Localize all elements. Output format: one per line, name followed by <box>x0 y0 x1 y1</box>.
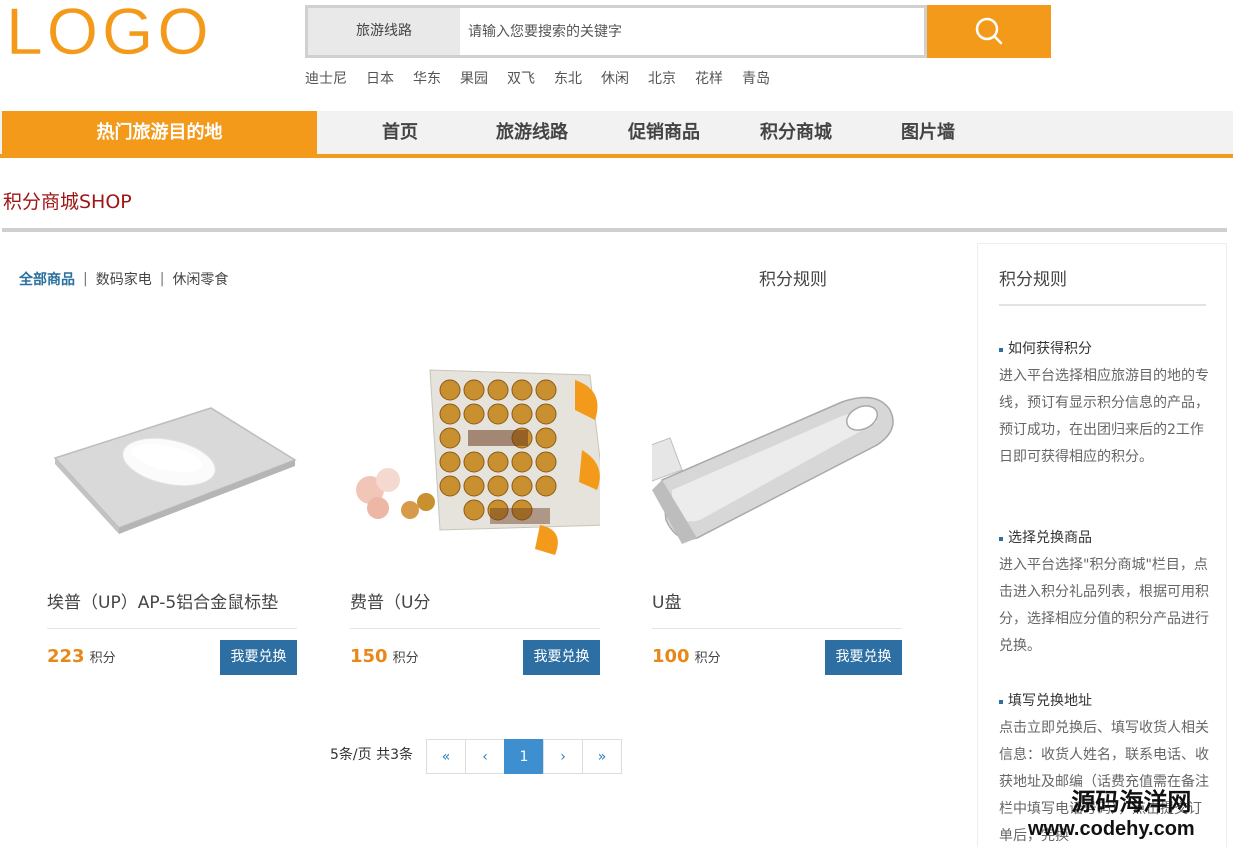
hot-keyword-link[interactable]: 双飞 <box>507 68 535 88</box>
nav-item-routes[interactable]: 旅游线路 <box>466 111 598 154</box>
hot-keyword-link[interactable]: 北京 <box>648 68 676 88</box>
product-image-chocolates[interactable] <box>350 330 609 580</box>
tab-all[interactable]: 全部商品 <box>19 269 75 289</box>
product-card: 埃普（UP）AP-5铝合金鼠标垫 223 积分 我要兑换 <box>47 330 297 675</box>
rule-text: 进入平台选择"积分商城"栏目，点击进入积分礼品列表，根据可用积分，选择相应分值的… <box>999 557 1209 654</box>
hot-keyword-link[interactable]: 花样 <box>695 68 723 88</box>
product-divider <box>652 628 902 629</box>
chocolate-box-icon <box>356 369 609 555</box>
points-unit: 积分 <box>392 651 419 666</box>
points-unit: 积分 <box>89 651 116 666</box>
nav-item-home[interactable]: 首页 <box>334 111 466 154</box>
pagination-info: 5条/页 共3条 <box>330 747 413 763</box>
hot-keyword-link[interactable]: 东北 <box>554 68 582 88</box>
product-divider <box>47 628 297 629</box>
product-image-mouse-pad[interactable] <box>47 330 297 580</box>
watermark: 源码海洋网 www.codehy.com <box>1028 789 1195 841</box>
ghost-rules-title: 积分规则 <box>759 270 827 290</box>
search-category-select[interactable]: 旅游线路 <box>308 8 460 55</box>
hot-keywords: 迪士尼 日本 华东 果园 双飞 东北 休闲 北京 花样 青岛 <box>305 68 789 88</box>
nav-item-points-mall[interactable]: 积分商城 <box>730 111 862 154</box>
watermark-line2: www.codehy.com <box>1028 818 1195 840</box>
first-page-button[interactable]: « <box>426 739 466 774</box>
hot-keyword-link[interactable]: 果园 <box>460 68 488 88</box>
nav-items: 首页 旅游线路 促销商品 积分商城 图片墙 <box>334 111 994 154</box>
product-name[interactable]: 埃普（UP）AP-5铝合金鼠标垫 <box>47 588 278 613</box>
title-divider <box>2 228 1227 232</box>
points-value: 100 <box>652 646 690 667</box>
tab-separator: | <box>159 271 165 287</box>
search-input[interactable] <box>460 8 924 55</box>
tab-separator: | <box>83 271 88 287</box>
product-points: 150 积分 <box>350 646 419 667</box>
pagination: « ‹ 1 › » <box>426 739 622 774</box>
mouse-pad-icon <box>53 407 297 534</box>
next-page-button[interactable]: › <box>543 739 583 774</box>
points-value: 223 <box>47 646 85 667</box>
product-card: U盘 100 积分 我要兑换 <box>609 330 902 675</box>
page-title: 积分商城SHOP <box>3 191 132 213</box>
rule-heading: 如何获得积分 <box>999 336 1209 363</box>
rule-text: 进入平台选择相应旅游目的地的专线，预订有显示积分信息的产品，预订成功，在出团归来… <box>999 368 1209 465</box>
hot-keyword-link[interactable]: 休闲 <box>601 68 629 88</box>
main-nav: 热门旅游目的地 首页 旅游线路 促销商品 积分商城 图片墙 <box>0 111 1233 158</box>
hot-destination-menu[interactable]: 热门旅游目的地 <box>2 111 317 154</box>
watermark-line1: 源码海洋网 <box>1071 789 1192 816</box>
product-name[interactable]: U盘 <box>652 588 681 613</box>
hot-keyword-link[interactable]: 迪士尼 <box>305 68 347 88</box>
usb-drive-icon <box>609 396 894 544</box>
points-rules-panel: 积分规则 如何获得积分 进入平台选择相应旅游目的地的专线，预订有显示积分信息的产… <box>977 243 1227 847</box>
rules-divider <box>999 304 1206 306</box>
nav-item-gallery[interactable]: 图片墙 <box>862 111 994 154</box>
rule-section: 如何获得积分 进入平台选择相应旅游目的地的专线，预订有显示积分信息的产品，预订成… <box>999 336 1209 471</box>
product-card: 费普（U分 150 积分 我要兑换 <box>350 330 609 675</box>
prev-page-button[interactable]: ‹ <box>465 739 505 774</box>
product-name[interactable]: 费普（U分 <box>350 588 430 613</box>
product-points: 100 积分 <box>652 646 721 667</box>
rules-title: 积分规则 <box>999 270 1067 290</box>
tab-electronics[interactable]: 数码家电 <box>96 269 152 289</box>
points-unit: 积分 <box>694 651 721 666</box>
last-page-button[interactable]: » <box>582 739 622 774</box>
search-icon <box>975 17 1003 44</box>
redeem-button[interactable]: 我要兑换 <box>825 640 902 675</box>
points-value: 150 <box>350 646 388 667</box>
rule-section: 选择兑换商品 进入平台选择"积分商城"栏目，点击进入积分礼品列表，根据可用积分，… <box>999 525 1209 660</box>
rule-heading: 填写兑换地址 <box>999 688 1209 715</box>
category-tabs: 全部商品 | 数码家电 | 休闲零食 <box>19 269 228 289</box>
search-bar: 旅游线路 <box>305 5 1051 58</box>
search-button[interactable] <box>927 5 1051 58</box>
rule-heading: 选择兑换商品 <box>999 525 1209 552</box>
redeem-button[interactable]: 我要兑换 <box>523 640 600 675</box>
page-number-current[interactable]: 1 <box>504 739 544 774</box>
product-points: 223 积分 <box>47 646 116 667</box>
site-logo[interactable]: LOGO <box>6 0 213 64</box>
hot-keyword-link[interactable]: 青岛 <box>742 68 770 88</box>
search-box: 旅游线路 <box>305 5 927 58</box>
tab-snacks[interactable]: 休闲零食 <box>172 269 228 289</box>
hot-keyword-link[interactable]: 日本 <box>366 68 394 88</box>
product-image-usb-drive[interactable] <box>609 330 902 580</box>
product-divider <box>350 628 600 629</box>
redeem-button[interactable]: 我要兑换 <box>220 640 297 675</box>
nav-item-promotions[interactable]: 促销商品 <box>598 111 730 154</box>
hot-keyword-link[interactable]: 华东 <box>413 68 441 88</box>
